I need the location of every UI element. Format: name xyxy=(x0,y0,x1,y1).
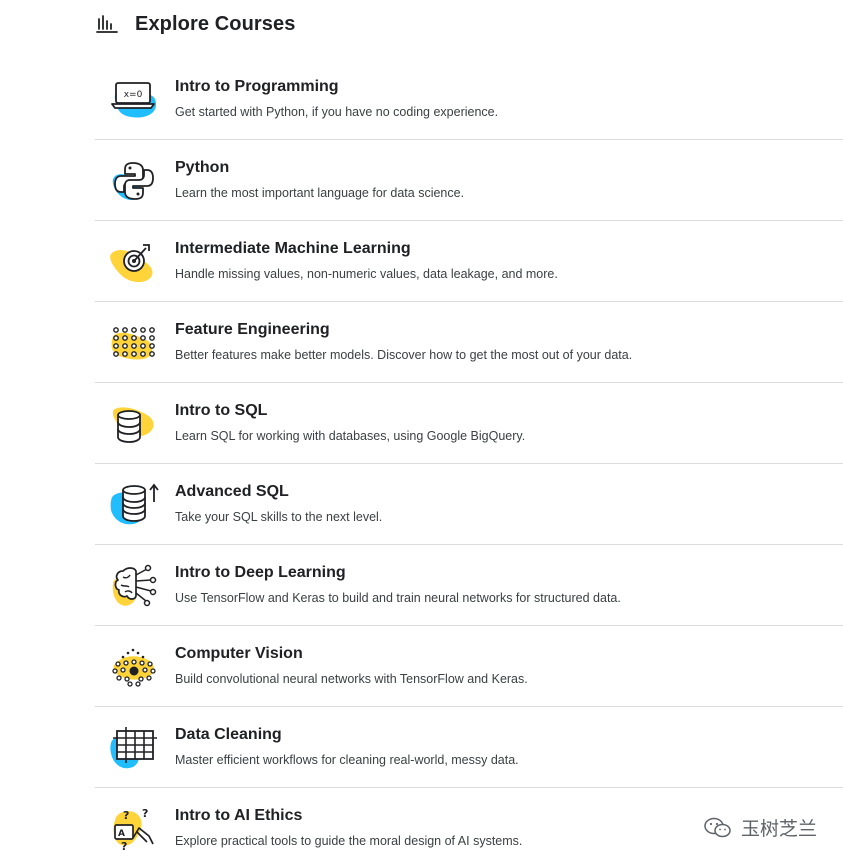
watermark: 玉树芝兰 xyxy=(703,814,817,841)
ethics-questions-icon: ? ? ? A xyxy=(109,806,159,852)
dot-grid-icon xyxy=(109,320,159,366)
course-title: Feature Engineering xyxy=(175,321,330,338)
course-description: Take your SQL skills to the next level. xyxy=(175,510,383,524)
course-description: Learn SQL for working with databases, us… xyxy=(175,429,526,443)
table-grid-icon xyxy=(109,725,159,771)
bar-chart-icon xyxy=(96,13,118,35)
course-description: Use TensorFlow and Keras to build and tr… xyxy=(175,591,621,605)
course-item-advanced-sql[interactable]: Advanced SQL Take your SQL skills to the… xyxy=(95,464,843,545)
course-title: Intermediate Machine Learning xyxy=(175,240,411,257)
page-title: Explore Courses xyxy=(135,12,296,35)
course-description: Master efficient workflows for cleaning … xyxy=(175,753,519,767)
course-item-feature-engineering[interactable]: Feature Engineering Better features make… xyxy=(95,302,843,383)
course-item-intro-to-deep-learning[interactable]: Intro to Deep Learning Use TensorFlow an… xyxy=(95,545,843,626)
page-header: Explore Courses xyxy=(96,10,295,38)
course-title: Intro to Programming xyxy=(175,78,339,95)
brain-network-icon xyxy=(109,563,159,609)
course-description: Explore practical tools to guide the mor… xyxy=(175,834,523,848)
course-item-intermediate-machine-learning[interactable]: Intermediate Machine Learning Handle mis… xyxy=(95,221,843,302)
svg-text:A: A xyxy=(118,829,125,839)
watermark-text: 玉树芝兰 xyxy=(740,818,817,840)
svg-text:?: ? xyxy=(121,840,127,852)
course-title: Computer Vision xyxy=(175,645,303,662)
svg-text:?: ? xyxy=(123,809,129,822)
database-icon xyxy=(109,401,159,447)
course-title: Advanced SQL xyxy=(175,483,289,500)
course-title: Data Cleaning xyxy=(175,726,282,743)
course-item-data-cleaning[interactable]: Data Cleaning Master efficient workflows… xyxy=(95,707,843,788)
course-description: Handle missing values, non-numeric value… xyxy=(175,267,558,281)
course-item-intro-to-sql[interactable]: Intro to SQL Learn SQL for working with … xyxy=(95,383,843,464)
course-title: Intro to Deep Learning xyxy=(175,564,346,581)
course-title: Python xyxy=(175,159,230,176)
course-title: Intro to AI Ethics xyxy=(175,807,303,824)
dot-eye-icon xyxy=(109,644,159,690)
laptop-equation-icon: x=0 xyxy=(109,77,159,123)
course-description: Get started with Python, if you have no … xyxy=(175,105,499,119)
course-item-computer-vision[interactable]: Computer Vision Build convolutional neur… xyxy=(95,626,843,707)
course-item-intro-to-programming[interactable]: x=0 Intro to Programming Get started wit… xyxy=(95,59,843,140)
python-logo-icon xyxy=(109,158,159,204)
database-arrow-up-icon xyxy=(109,482,159,528)
wechat-icon xyxy=(703,816,733,840)
course-description: Learn the most important language for da… xyxy=(175,186,465,200)
course-list: x=0 Intro to Programming Get started wit… xyxy=(95,59,843,868)
course-description: Build convolutional neural networks with… xyxy=(175,672,528,686)
target-icon xyxy=(109,239,159,285)
course-item-python[interactable]: Python Learn the most important language… xyxy=(95,140,843,221)
course-description: Better features make better models. Disc… xyxy=(175,348,633,362)
svg-text:?: ? xyxy=(142,807,148,820)
svg-text:x=0: x=0 xyxy=(124,90,143,100)
course-title: Intro to SQL xyxy=(175,402,268,419)
